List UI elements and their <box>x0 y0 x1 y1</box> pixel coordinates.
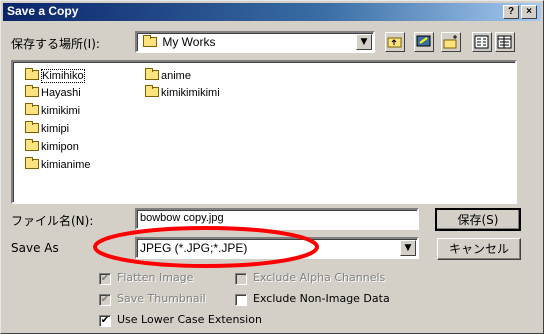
file-list[interactable]: Kimihiko Hayashi kimikimi kimipi kimipon… <box>11 60 517 204</box>
window-title: Save a Copy <box>7 4 79 18</box>
up-folder-icon[interactable] <box>385 32 405 52</box>
save-in-dropdown[interactable]: My Works ▼ <box>135 31 375 53</box>
desktop-icon[interactable] <box>414 32 434 52</box>
list-item[interactable]: Hayashi <box>25 85 81 99</box>
help-button[interactable]: ? <box>503 5 519 19</box>
chevron-down-icon[interactable]: ▼ <box>400 240 416 256</box>
flatten-image-label: Flatten Image <box>117 271 194 284</box>
filename-label: ファイル名(N): <box>11 214 94 228</box>
cancel-button-label: キャンセル <box>448 242 509 256</box>
exclude-nonimage-checkbox[interactable] <box>235 294 247 306</box>
folder-icon <box>145 68 159 80</box>
folder-icon <box>25 85 39 97</box>
save-in-value: My Works <box>162 35 216 49</box>
list-item[interactable]: kimipi <box>25 121 69 135</box>
list-item[interactable]: kimikimikimi <box>145 85 220 99</box>
list-item[interactable]: anime <box>145 68 191 82</box>
close-button[interactable]: × <box>521 5 537 19</box>
exclude-nonimage-label: Exclude Non-Image Data <box>253 292 390 305</box>
list-view-icon[interactable] <box>472 32 492 52</box>
new-folder-icon[interactable] <box>441 32 461 52</box>
save-button-label: 保存(S) <box>457 213 499 227</box>
folder-icon <box>25 157 39 169</box>
exclude-alpha-label: Exclude Alpha Channels <box>253 271 386 284</box>
save-as-label: Save As <box>11 241 59 255</box>
list-item[interactable]: kimianime <box>25 157 91 171</box>
save-in-label: 保存する場所(I): <box>11 37 100 51</box>
list-item[interactable]: Kimihiko <box>25 68 85 83</box>
folder-icon <box>143 35 157 47</box>
annotation-circle <box>93 226 319 268</box>
lowercase-extension-label: Use Lower Case Extension <box>117 313 262 326</box>
folder-icon <box>25 68 39 80</box>
flatten-image-checkbox[interactable]: ✔ <box>99 273 111 285</box>
folder-icon <box>25 139 39 151</box>
save-copy-dialog: Save a Copy ? × 保存する場所(I): My Works ▼ Ki… <box>0 0 544 334</box>
save-thumbnail-checkbox[interactable]: ✔ <box>99 294 111 306</box>
list-item[interactable]: kimipon <box>25 139 79 153</box>
save-button[interactable]: 保存(S) <box>435 208 521 231</box>
exclude-alpha-checkbox[interactable] <box>235 273 247 285</box>
cancel-button[interactable]: キャンセル <box>437 238 521 260</box>
title-bar[interactable]: Save a Copy ? × <box>3 3 541 21</box>
lowercase-extension-checkbox[interactable]: ✔ <box>99 315 111 327</box>
folder-icon <box>145 85 159 97</box>
chevron-down-icon[interactable]: ▼ <box>356 34 372 50</box>
details-view-icon[interactable] <box>495 32 515 52</box>
folder-icon <box>25 103 39 115</box>
list-item[interactable]: kimikimi <box>25 103 80 117</box>
save-thumbnail-label: Save Thumbnail <box>117 292 206 305</box>
folder-icon <box>25 121 39 133</box>
